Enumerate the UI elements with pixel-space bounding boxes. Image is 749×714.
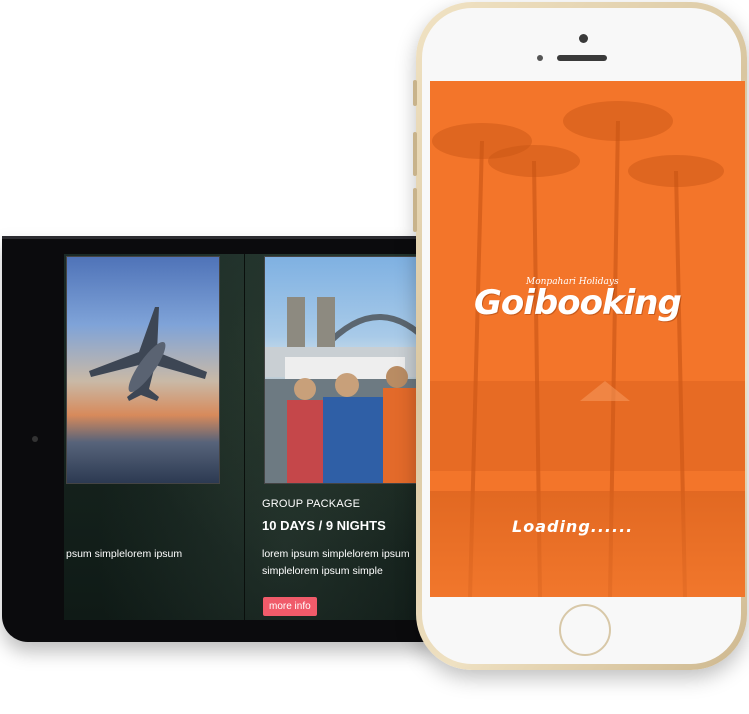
airplane-icon [89,307,207,401]
phone-device: Monpahari Holidays Goibooking Loading...… [413,2,747,670]
tablet-device: GROUP PACKAGE 10 DAYS / 9 NIGHTS psum si… [2,236,432,642]
pool-area [430,491,745,597]
brand-logo: Goibooking [474,283,682,323]
silent-switch [413,80,417,106]
loading-text: Loading...... [512,517,634,536]
front-camera-icon [537,55,543,61]
sydney-group-photo [264,256,432,484]
card-divider [244,254,245,620]
more-info-button[interactable]: more info [263,597,317,616]
package-title: GROUP PACKAGE [262,498,361,510]
airplane-photo [66,256,220,484]
package-description: lorem ipsum simplelorem ipsum simplelore… [262,548,410,577]
tablet-screen: GROUP PACKAGE 10 DAYS / 9 NIGHTS psum si… [64,254,432,620]
proximity-sensor-icon [579,34,588,43]
package-duration: 10 DAYS / 9 NIGHTS [262,518,386,533]
earpiece-speaker [557,55,607,61]
left-card-description: psum simplelorem ipsum [66,548,183,560]
splash-screen: Monpahari Holidays Goibooking Loading...… [430,81,745,597]
home-button[interactable] [559,604,611,656]
phone-face: Monpahari Holidays Goibooking Loading...… [422,8,745,664]
volume-up-button [413,132,417,176]
harbour-scene-icon [265,297,432,483]
tablet-camera [32,436,38,442]
volume-down-button [413,188,417,232]
